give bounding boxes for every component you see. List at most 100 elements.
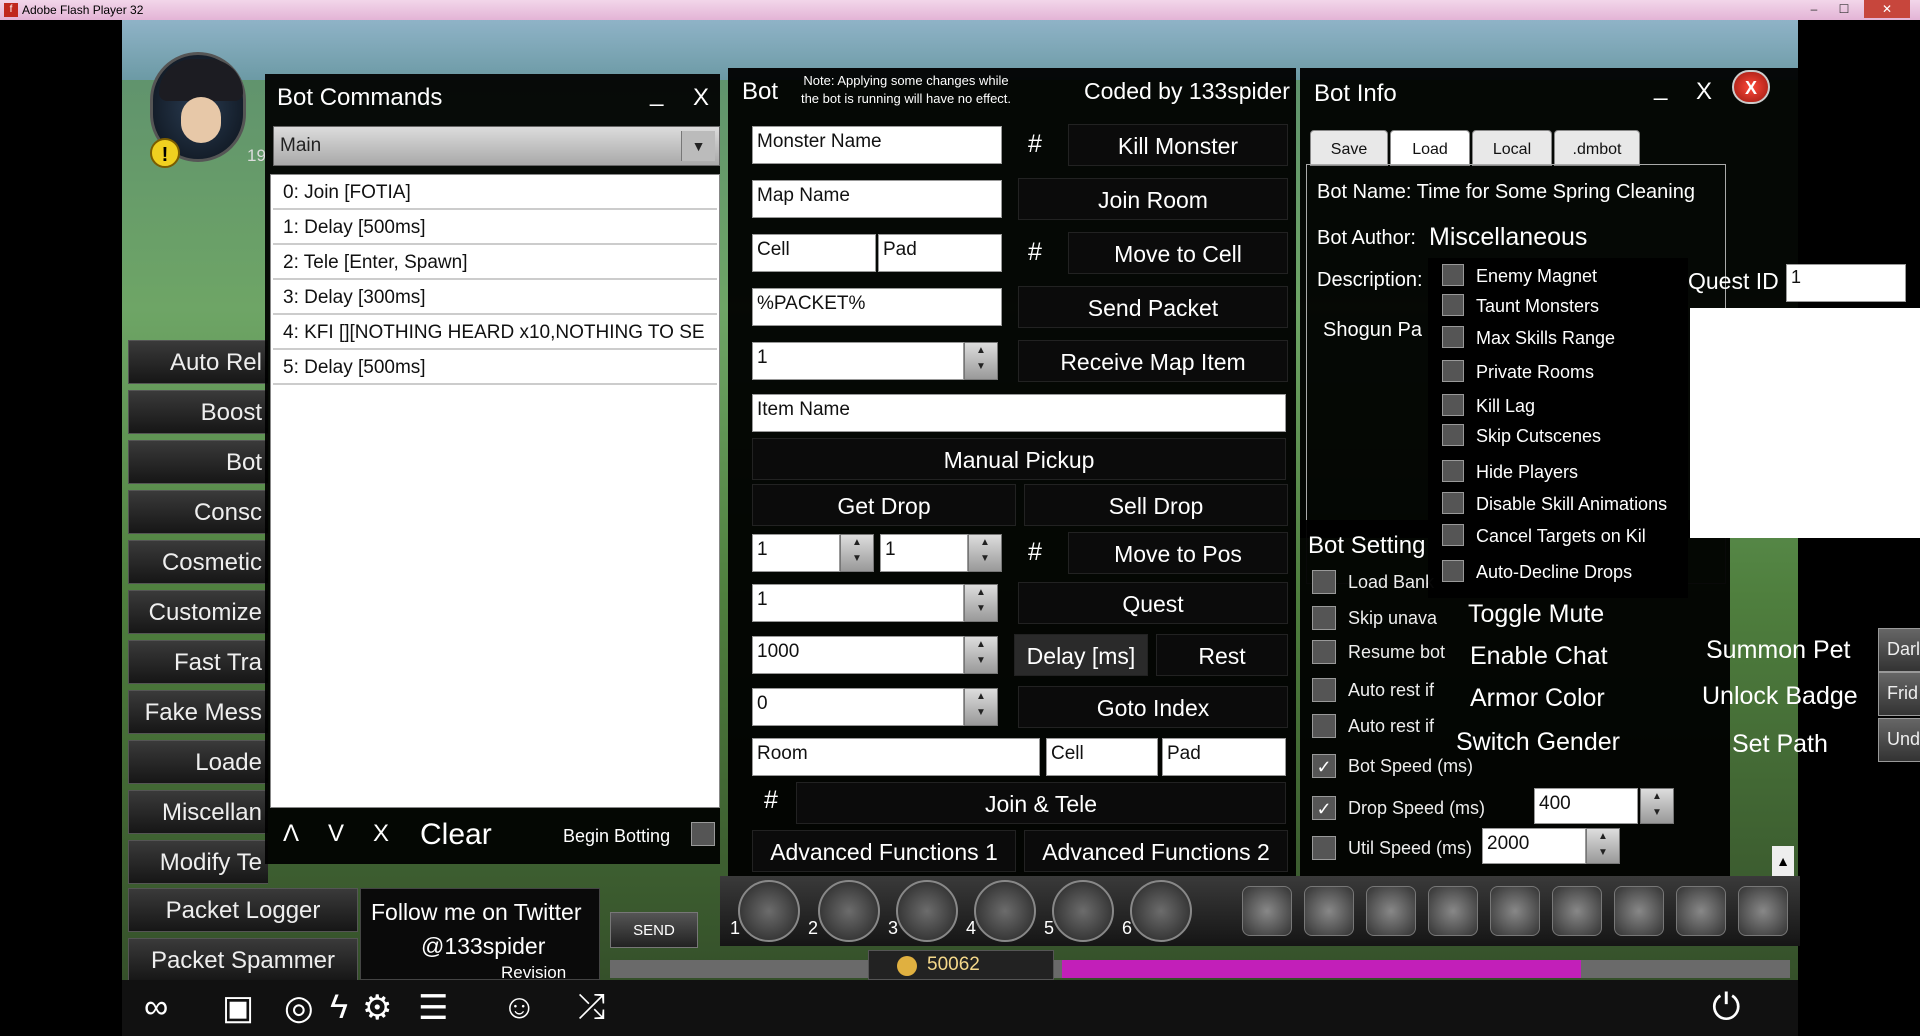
clear-button[interactable]: Clear bbox=[420, 818, 492, 852]
pad-field[interactable]: Pad bbox=[878, 234, 1002, 272]
alert-icon[interactable]: ! bbox=[150, 138, 180, 168]
move-to-pos-button[interactable]: Move to Pos bbox=[1068, 532, 1288, 574]
spinner-arrows-icon[interactable]: ▲ ▼ bbox=[968, 534, 1002, 572]
toggle-mute-button[interactable]: Toggle Mute bbox=[1468, 600, 1604, 629]
bot-face-icon[interactable]: ☺ bbox=[502, 988, 537, 1027]
auto-rest-hp-checkbox[interactable] bbox=[1312, 678, 1336, 702]
auto-rest-mp-checkbox[interactable] bbox=[1312, 714, 1336, 738]
util-speed-checkbox[interactable] bbox=[1312, 836, 1336, 860]
taunt-monsters-checkbox[interactable] bbox=[1442, 294, 1464, 316]
pos-x-field[interactable]: 1 bbox=[752, 534, 840, 572]
spinner-arrows-icon[interactable]: ▲ ▼ bbox=[964, 342, 998, 380]
goto-index-button[interactable]: Goto Index bbox=[1018, 686, 1288, 728]
close-window-button[interactable]: ✕ bbox=[1864, 0, 1910, 18]
max-skills-range-checkbox[interactable] bbox=[1442, 326, 1464, 348]
resume-bot-checkbox[interactable] bbox=[1312, 640, 1336, 664]
move-down-button[interactable]: V bbox=[328, 820, 344, 848]
advanced-functions-1-button[interactable]: Advanced Functions 1 bbox=[752, 830, 1016, 872]
spinner-arrows-icon[interactable]: ▲ ▼ bbox=[964, 688, 998, 726]
quest-id-input[interactable]: 1 bbox=[1786, 264, 1906, 302]
heart-icon[interactable] bbox=[1242, 886, 1292, 936]
command-item[interactable]: 0: Join [FOTIA] bbox=[273, 177, 717, 210]
menu-item-auto-relogin[interactable]: Auto Rel bbox=[128, 340, 268, 384]
spinner-arrows-icon[interactable]: ▲ ▼ bbox=[1586, 828, 1620, 864]
menu-item-packet-spammer[interactable]: Packet Spammer bbox=[128, 938, 358, 982]
private-rooms-checkbox[interactable] bbox=[1442, 360, 1464, 382]
skip-unavailable-checkbox[interactable] bbox=[1312, 606, 1336, 630]
delay-button[interactable]: Delay [ms] bbox=[1014, 634, 1148, 676]
set-path-button[interactable]: Set Path bbox=[1732, 730, 1828, 759]
enable-chat-button[interactable]: Enable Chat bbox=[1470, 642, 1608, 671]
get-drop-button[interactable]: Get Drop bbox=[752, 484, 1016, 526]
util-speed-field[interactable]: 2000 bbox=[1482, 828, 1586, 864]
map-name-field[interactable]: Map Name bbox=[752, 180, 1002, 218]
twitter-handle[interactable]: @133spider bbox=[421, 933, 545, 960]
quest-list[interactable] bbox=[1690, 308, 1920, 538]
bank-icon[interactable]: ▣ bbox=[222, 988, 254, 1028]
bot-commands-minimize-button[interactable]: _ bbox=[650, 80, 663, 108]
auto-decline-drops-checkbox[interactable] bbox=[1442, 560, 1464, 582]
armor-icon[interactable] bbox=[1304, 886, 1354, 936]
menu-item-console[interactable]: Consc bbox=[128, 490, 268, 534]
manual-pickup-button[interactable]: Manual Pickup bbox=[752, 438, 1286, 480]
settings-gear-icon[interactable] bbox=[1614, 886, 1664, 936]
pos-y-field[interactable]: 1 bbox=[880, 534, 968, 572]
lightning-icon[interactable]: ϟ bbox=[330, 988, 348, 1027]
map-item-id-field[interactable]: 1 bbox=[752, 342, 964, 380]
shuffle-icon[interactable]: ⤮ bbox=[578, 988, 605, 1027]
move-to-cell-button[interactable]: Move to Cell bbox=[1068, 232, 1288, 274]
side-small-button[interactable]: Darl bbox=[1878, 628, 1920, 672]
skip-cutscenes-checkbox[interactable] bbox=[1442, 424, 1464, 446]
spinner-arrows-icon[interactable]: ▲ ▼ bbox=[1640, 788, 1674, 824]
command-item[interactable]: 3: Delay [300ms] bbox=[273, 282, 717, 315]
drop-speed-checkbox[interactable]: ✓ bbox=[1312, 796, 1336, 820]
minimize-window-button[interactable]: – bbox=[1800, 0, 1828, 18]
drop-speed-field[interactable]: 400 bbox=[1534, 788, 1638, 824]
command-list-select[interactable]: Main ▼ bbox=[273, 126, 720, 166]
bag-icon[interactable] bbox=[1738, 886, 1788, 936]
rest-button[interactable]: Rest bbox=[1156, 634, 1288, 676]
advanced-functions-2-button[interactable]: Advanced Functions 2 bbox=[1024, 830, 1288, 872]
command-item[interactable]: 2: Tele [Enter, Spawn] bbox=[273, 247, 717, 280]
join-tele-button[interactable]: Join & Tele bbox=[796, 782, 1286, 824]
book-icon[interactable] bbox=[1552, 886, 1602, 936]
join-room-button[interactable]: Join Room bbox=[1018, 178, 1288, 220]
maximize-window-button[interactable]: ☐ bbox=[1830, 0, 1858, 18]
bot-speed-checkbox[interactable]: ✓ bbox=[1312, 754, 1336, 778]
bot-commands-close-button[interactable]: X bbox=[693, 84, 709, 112]
summon-pet-button[interactable]: Summon Pet bbox=[1706, 636, 1851, 665]
enemy-magnet-checkbox[interactable] bbox=[1442, 264, 1464, 286]
cell-field[interactable]: Cell bbox=[752, 234, 876, 272]
menu-item-modify-text[interactable]: Modify Te bbox=[128, 840, 268, 884]
side-small-button[interactable]: Und bbox=[1878, 718, 1920, 762]
spinner-arrows-icon[interactable]: ▲ ▼ bbox=[964, 584, 998, 622]
list-icon[interactable]: ☰ bbox=[418, 988, 448, 1028]
cancel-targets-checkbox[interactable] bbox=[1442, 524, 1464, 546]
item-name-field[interactable]: Item Name bbox=[752, 394, 1286, 432]
menu-item-loaders[interactable]: Loade bbox=[128, 740, 268, 784]
menu-item-packet-logger[interactable]: Packet Logger bbox=[128, 888, 358, 932]
game-close-button[interactable]: X bbox=[1732, 70, 1770, 104]
infinity-icon[interactable]: ∞ bbox=[144, 988, 168, 1027]
skill-1-icon[interactable] bbox=[738, 880, 800, 942]
hide-players-checkbox[interactable] bbox=[1442, 460, 1464, 482]
hash-button[interactable]: # bbox=[764, 786, 778, 815]
armor-color-button[interactable]: Armor Color bbox=[1470, 684, 1605, 713]
bot-info-minimize-button[interactable]: _ bbox=[1654, 74, 1667, 102]
side-small-button[interactable]: Frid bbox=[1878, 672, 1920, 716]
disable-skill-animations-checkbox[interactable] bbox=[1442, 492, 1464, 514]
command-item[interactable]: 4: KFI [][NOTHING HEARD x10,NOTHING TO S… bbox=[273, 317, 717, 350]
move-up-button[interactable]: Λ bbox=[283, 820, 299, 848]
send-packet-button[interactable]: Send Packet bbox=[1018, 286, 1288, 328]
room-pad-field[interactable]: Pad bbox=[1162, 738, 1286, 776]
chat-send-button[interactable]: SEND bbox=[610, 912, 698, 948]
packet-field[interactable]: %PACKET% bbox=[752, 288, 1002, 326]
bot-info-close-button[interactable]: X bbox=[1696, 78, 1712, 106]
quest-id-field[interactable]: 1 bbox=[752, 584, 964, 622]
skill-6-icon[interactable] bbox=[1130, 880, 1192, 942]
hash-button[interactable]: # bbox=[1028, 238, 1042, 267]
tab-local[interactable]: Local bbox=[1472, 130, 1552, 166]
begin-botting-checkbox[interactable] bbox=[691, 822, 715, 846]
hash-button[interactable]: # bbox=[1028, 538, 1042, 567]
chevron-down-icon[interactable]: ▼ bbox=[681, 131, 715, 161]
